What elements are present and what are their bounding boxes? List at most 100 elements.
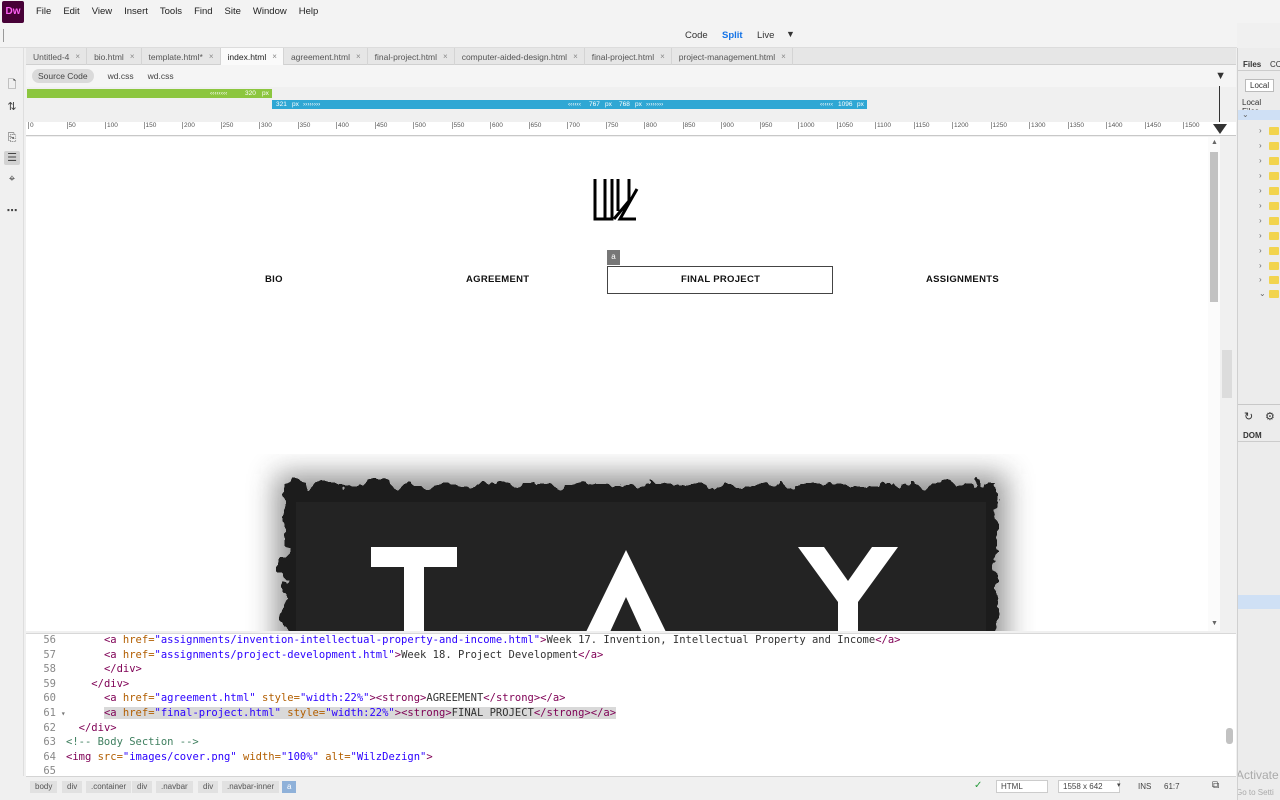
media-query-bar-tablet[interactable]: 321 px ›››››››› ‹‹‹‹‹‹ 767 px 768 px ›››… [272,100,867,109]
breadcrumb-item[interactable]: .navbar-inner [222,781,280,793]
new-file-icon[interactable]: 🗋 [4,78,20,92]
folder-icon[interactable] [1269,290,1279,298]
menu-view[interactable]: View [92,6,112,17]
file-transfer-icon[interactable]: ⇅ [4,100,20,114]
related-file-css[interactable]: wd.css [108,71,134,81]
folder-icon[interactable] [1269,217,1279,225]
format-source-icon[interactable]: ☰ [4,151,20,165]
chevron-down-icon[interactable]: ⌄ [1242,110,1249,119]
menu-insert[interactable]: Insert [124,6,148,17]
doc-tab[interactable]: final-project.html × [368,48,455,65]
breadcrumb-item[interactable]: a [282,781,297,793]
close-icon[interactable]: × [209,52,214,61]
doc-tab[interactable]: computer-aided-design.html × [455,48,585,65]
folder-icon[interactable] [1269,157,1279,165]
folder-icon[interactable] [1269,247,1279,255]
files-panel-tab[interactable]: Files [1243,60,1261,69]
doc-tab[interactable]: project-management.html × [672,48,793,65]
close-icon[interactable]: × [573,52,578,61]
chevron-right-icon[interactable]: › [1259,246,1262,255]
code-view-button[interactable]: Code [685,30,708,41]
chevron-right-icon[interactable]: › [1259,261,1262,270]
chevron-right-icon[interactable]: › [1259,126,1262,135]
doc-tab[interactable]: final-project.html × [585,48,672,65]
code-line[interactable]: 58 </div> [26,662,1226,676]
fold-icon[interactable]: ▾ [56,709,66,718]
filter-icon[interactable]: ▼ [1215,70,1226,82]
close-icon[interactable]: × [75,52,80,61]
code-line[interactable]: 63 <!-- Body Section --> [26,735,1226,749]
related-file-css[interactable]: wd.css [148,71,174,81]
code-line[interactable]: 60 <a href="agreement.html" style="width… [26,691,1226,705]
doc-tab[interactable]: Untitled-4 × [26,48,88,65]
doc-tab[interactable]: template.html* × [142,48,221,65]
breadcrumb-item[interactable]: div [132,781,153,793]
connect-icon[interactable]: ⚙ [1265,410,1275,423]
close-icon[interactable]: × [660,52,665,61]
related-file-source-code[interactable]: Source Code [32,69,94,83]
close-icon[interactable]: × [272,52,277,61]
live-view-button[interactable]: Live [757,30,774,41]
live-dropdown-icon[interactable]: ▼ [786,29,795,39]
chevron-down-icon[interactable]: ⌄ [1259,289,1266,298]
site-select[interactable]: Local [1245,79,1275,92]
folder-icon[interactable] [1269,232,1279,240]
nav-link-assignments[interactable]: ASSIGNMENTS [926,274,999,285]
chevron-right-icon[interactable]: › [1259,186,1262,195]
code-line[interactable]: 57 <a href="assignments/project-developm… [26,648,1226,662]
chevron-right-icon[interactable]: › [1259,171,1262,180]
menu-window[interactable]: Window [253,6,287,17]
chevron-right-icon[interactable]: › [1259,275,1262,284]
scroll-down-icon[interactable]: ▼ [1211,620,1218,627]
breadcrumb-item[interactable]: body [30,781,58,793]
selected-file-row[interactable] [1238,595,1280,609]
folder-icon[interactable] [1269,187,1279,195]
chevron-right-icon[interactable]: › [1259,216,1262,225]
close-icon[interactable]: × [781,52,786,61]
chevron-right-icon[interactable]: › [1259,156,1262,165]
folder-icon[interactable] [1269,276,1279,284]
code-line[interactable]: 65 [26,764,1226,776]
preview-icon[interactable]: ⧉ [1212,780,1219,791]
menu-help[interactable]: Help [299,6,319,17]
code-line[interactable]: 64 <img src="images/cover.png" width="100… [26,750,1226,764]
code-scrollbar-thumb[interactable] [1226,728,1233,744]
window-size-select[interactable]: 1558 x 642 [1058,780,1120,793]
nav-link-final-project[interactable]: FINAL PROJECT [681,274,760,285]
breadcrumb-item[interactable]: .container [86,781,132,793]
folder-icon[interactable] [1269,202,1279,210]
code-line[interactable]: 62 </div> [26,721,1226,735]
valid-check-icon[interactable]: ✓ [974,780,982,791]
breadcrumb-item[interactable]: div [198,781,219,793]
folder-icon[interactable] [1269,127,1279,135]
menu-find[interactable]: Find [194,6,212,17]
close-icon[interactable]: × [356,52,361,61]
more-tools-icon[interactable]: ⋯ [4,204,20,218]
split-view-button[interactable]: Split [722,30,743,41]
menu-file[interactable]: File [36,6,51,17]
code-line[interactable]: 61 ▾ <a href="final-project.html" style=… [26,706,1226,720]
live-view-scrollbar-thumb[interactable] [1210,152,1218,302]
document-type-select[interactable]: HTML [996,780,1048,793]
folder-icon[interactable] [1269,262,1279,270]
code-line[interactable]: 56 <a href="assignments/invention-intell… [26,634,1226,647]
nav-link-bio[interactable]: BIO [265,274,283,285]
menu-tools[interactable]: Tools [160,6,182,17]
doc-tab[interactable]: bio.html × [87,48,142,65]
inspect-icon[interactable]: ⎘ [4,131,20,145]
live-view[interactable]: BIO AGREEMENT a FINAL PROJECT ASSIGNMENT… [26,137,1208,631]
doc-tab[interactable]: index.html × [220,48,284,65]
code-view[interactable]: 56 <a href="assignments/invention-intell… [26,633,1236,776]
cc-libraries-tab[interactable]: CC [1270,60,1280,69]
window-size-dropdown-icon[interactable]: ▾ [1117,781,1121,789]
chevron-right-icon[interactable]: › [1259,141,1262,150]
nav-link-agreement[interactable]: AGREEMENT [466,274,529,285]
breadcrumb-item[interactable]: div [62,781,83,793]
chevron-right-icon[interactable]: › [1259,201,1262,210]
viewport-resize-handle-icon[interactable] [1213,124,1227,134]
scroll-up-icon[interactable]: ▲ [1211,139,1218,146]
dom-panel-tab[interactable]: DOM [1243,431,1262,440]
menu-site[interactable]: Site [225,6,241,17]
code-line[interactable]: 59 </div> [26,677,1226,691]
folder-icon[interactable] [1269,172,1279,180]
